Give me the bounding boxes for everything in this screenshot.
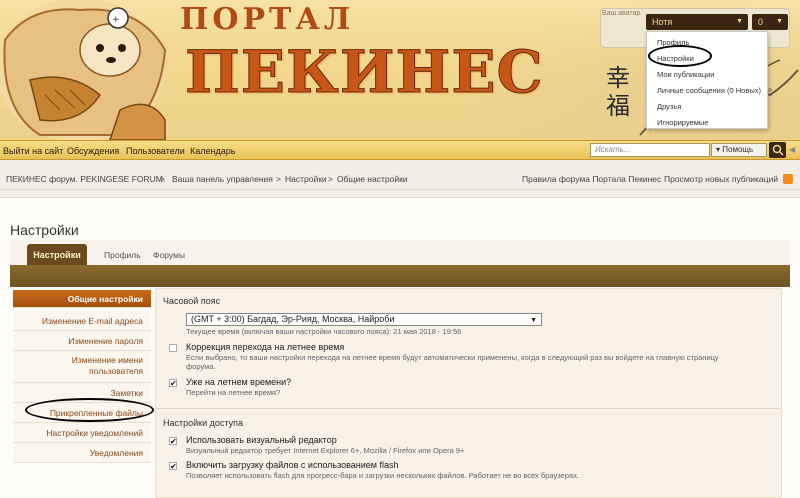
settings-side-menu: Общие настройки Изменение E-mail адреса … (13, 290, 151, 470)
caret-down-icon: ▼ (530, 317, 537, 324)
dst-correction-label: Коррекция перехода на летнее время (186, 342, 345, 352)
nav-discussions[interactable]: Обсуждения (67, 146, 119, 156)
side-item-change-email[interactable]: Изменение E-mail адреса (13, 311, 151, 331)
breadcrumb-sep: > (276, 174, 281, 184)
caret-down-icon: ▼ (736, 18, 743, 25)
tab-forums[interactable]: Форумы (153, 250, 185, 260)
rss-icon[interactable] (783, 174, 793, 184)
timezone-select[interactable]: (GMT + 3:00) Багдад, Эр-Рияд, Москва, На… (186, 313, 542, 326)
nav-go-to-site[interactable]: Выйти на сайт (3, 146, 63, 156)
chevron-right-icon[interactable]: ◀ (789, 145, 800, 155)
username-label: Нотя (652, 17, 673, 27)
side-item-notification-settings[interactable]: Настройки уведомлений (13, 423, 151, 443)
dst-correction-hint: Если выбрано, то ваши настройки перехода… (186, 353, 719, 362)
hanzi-characters: 幸福 (606, 64, 630, 120)
section-divider (155, 408, 782, 409)
search-input[interactable]: Искать... (590, 143, 710, 157)
svg-text:+: + (112, 15, 120, 25)
dst-correction-hint-2: форума. (186, 362, 216, 371)
notifications-count: 0 (758, 17, 764, 27)
menu-item-friends[interactable]: Друзья (657, 102, 681, 111)
link-forum-rules[interactable]: Правила форума Портала Пекинес (522, 174, 661, 184)
flash-upload-label: Включить загрузку файлов с использование… (186, 460, 399, 470)
search-help-label: Помощь (722, 145, 754, 154)
breadcrumb-general-settings[interactable]: Общие настройки (337, 174, 408, 184)
nav-calendar[interactable]: Календарь (190, 146, 235, 156)
search-options-dropdown[interactable]: ▾ Помощь (711, 143, 767, 157)
summer-time-hint: Перейти на летнее время? (186, 388, 281, 397)
dst-correction-checkbox[interactable] (169, 344, 177, 352)
breadcrumb-settings[interactable]: Настройки (285, 174, 327, 184)
breadcrumb: ПЕКИНЕС форум. PEKINGESE FORUM. > Ваша п… (0, 168, 800, 190)
search-icon (772, 144, 784, 156)
menu-item-ignored[interactable]: Игнорируемые (657, 118, 708, 127)
nav-users[interactable]: Пользователи (126, 146, 185, 156)
page-title: Настройки (10, 222, 79, 238)
breadcrumb-forum[interactable]: ПЕКИНЕС форум. PEKINGESE FORUM. (6, 174, 165, 184)
username-dropdown[interactable]: Нотя ▼ (646, 14, 748, 30)
tab-profile[interactable]: Профиль (104, 250, 141, 260)
side-item-change-username-line1: Изменение имени (71, 355, 143, 365)
menu-item-messages[interactable]: Личные сообщения (0 Новых) (657, 86, 761, 95)
menu-item-my-posts[interactable]: Мои публикации (657, 70, 715, 79)
pekingese-mascot-icon: + (0, 0, 167, 140)
summer-time-label: Уже на летнем времени? (186, 377, 292, 387)
visual-editor-checkbox[interactable]: ✔ (169, 437, 177, 446)
breadcrumb-control-panel[interactable]: Ваша панель управления (172, 174, 273, 184)
caret-down-icon: ▼ (776, 18, 783, 25)
breadcrumb-sep: > (160, 174, 165, 184)
link-new-posts[interactable]: Просмотр новых публикаций (664, 174, 778, 184)
flash-upload-checkbox[interactable]: ✔ (169, 462, 177, 471)
tab-settings[interactable]: Настройки (27, 244, 87, 266)
side-item-change-username-line2: пользователя (89, 366, 143, 376)
avatar[interactable]: Ваш аватар (602, 10, 644, 28)
timezone-current-time-hint: Текущее время (включая ваши настройки ча… (186, 327, 462, 336)
logo-pekines-text: ПЕКИНЕС (185, 38, 544, 107)
summer-time-checkbox[interactable]: ✔ (169, 379, 177, 388)
highlight-circle-attachments (25, 398, 154, 422)
section-header-strip (10, 265, 790, 287)
side-item-general-settings[interactable]: Общие настройки (13, 290, 151, 308)
side-item-change-username[interactable]: Изменение имени пользователя (13, 351, 151, 383)
side-item-change-password[interactable]: Изменение пароля (13, 331, 151, 351)
notifications-count-dropdown[interactable]: 0 ▼ (752, 14, 788, 30)
breadcrumb-sep: > (328, 174, 333, 184)
visual-editor-hint: Визуальный редактор требует Internet Exp… (186, 446, 465, 455)
timezone-section-title: Часовой пояс (163, 296, 221, 306)
flash-upload-hint: Позволяет использовать flash для прогрес… (186, 471, 579, 480)
visual-editor-label: Использовать визуальный редактор (186, 435, 337, 445)
side-item-notifications[interactable]: Уведомления (13, 443, 151, 463)
highlight-circle-settings (648, 45, 712, 67)
access-section-title: Настройки доступа (163, 418, 243, 428)
logo-portal-text: ПОРТАЛ (180, 2, 355, 37)
timezone-selected-value: (GMT + 3:00) Багдад, Эр-Рияд, Москва, На… (191, 314, 395, 324)
search-button[interactable] (769, 142, 786, 158)
